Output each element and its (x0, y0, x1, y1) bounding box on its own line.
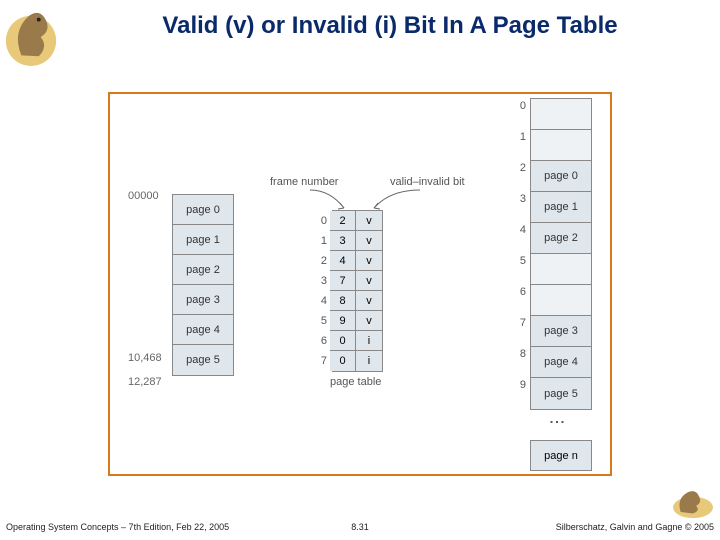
physical-index: 5 (512, 255, 526, 267)
dino-logo-top (2, 2, 60, 70)
physical-slot (531, 130, 591, 161)
physical-index: 2 (512, 162, 526, 174)
dino-logo-bottom (670, 484, 716, 520)
physical-slot: page 1 (531, 192, 591, 223)
physical-memory: page 0page 1page 2 page 3page 4page 5 (530, 98, 592, 410)
frame-number-arrow (300, 188, 350, 212)
vertical-ellipsis: ⋮ (547, 414, 566, 432)
physical-index: 8 (512, 348, 526, 360)
physical-slot (531, 254, 591, 285)
physical-index: 1 (512, 131, 526, 143)
physical-index: 6 (512, 286, 526, 298)
valid-bit-label: valid–invalid bit (390, 176, 465, 188)
page-table: 02v 13v 24v 37v 48v 59v 60i 70i (332, 210, 383, 372)
logical-page: page 0 (173, 195, 233, 225)
physical-slot-n: page n (530, 440, 592, 471)
physical-slot: page 5 (531, 378, 591, 409)
slide-footer: Operating System Concepts – 7th Edition,… (0, 522, 720, 536)
page-table-row: 60i (333, 331, 382, 351)
page-table-row: 13v (333, 231, 382, 251)
valid-bit-arrow (370, 188, 430, 212)
physical-index: 4 (512, 224, 526, 236)
physical-index: 0 (512, 100, 526, 112)
physical-slot: page 2 (531, 223, 591, 254)
page-title: Valid (v) or Invalid (i) Bit In A Page T… (70, 12, 710, 40)
logical-page: page 5 (173, 345, 233, 375)
addr-start-label: 00000 (128, 190, 159, 202)
page-table-row: 48v (333, 291, 382, 311)
logical-page: page 1 (173, 225, 233, 255)
physical-index: 3 (512, 193, 526, 205)
physical-slot: page 0 (531, 161, 591, 192)
page-table-row: 24v (333, 251, 382, 271)
frame-number-label: frame number (270, 176, 338, 188)
physical-slot (531, 285, 591, 316)
logical-page: page 4 (173, 315, 233, 345)
logical-memory: page 0 page 1 page 2 page 3 page 4 page … (172, 194, 234, 376)
page-table-row: 70i (333, 351, 382, 371)
physical-index: 9 (512, 379, 526, 391)
logical-page: page 2 (173, 255, 233, 285)
page-table-row: 37v (333, 271, 382, 291)
logical-page: page 3 (173, 285, 233, 315)
page-table-diagram: 00000 10,468 12,287 page 0 page 1 page 2… (108, 92, 612, 476)
addr-10468-label: 10,468 (128, 352, 162, 364)
physical-slot: page 4 (531, 347, 591, 378)
page-table-row: 02v (333, 211, 382, 231)
page-table-row: 59v (333, 311, 382, 331)
footer-right: Silberschatz, Galvin and Gagne © 2005 (556, 522, 714, 532)
addr-12287-label: 12,287 (128, 376, 162, 388)
page-table-caption: page table (330, 376, 381, 388)
physical-index: 7 (512, 317, 526, 329)
physical-slot (531, 99, 591, 130)
physical-slot: page 3 (531, 316, 591, 347)
